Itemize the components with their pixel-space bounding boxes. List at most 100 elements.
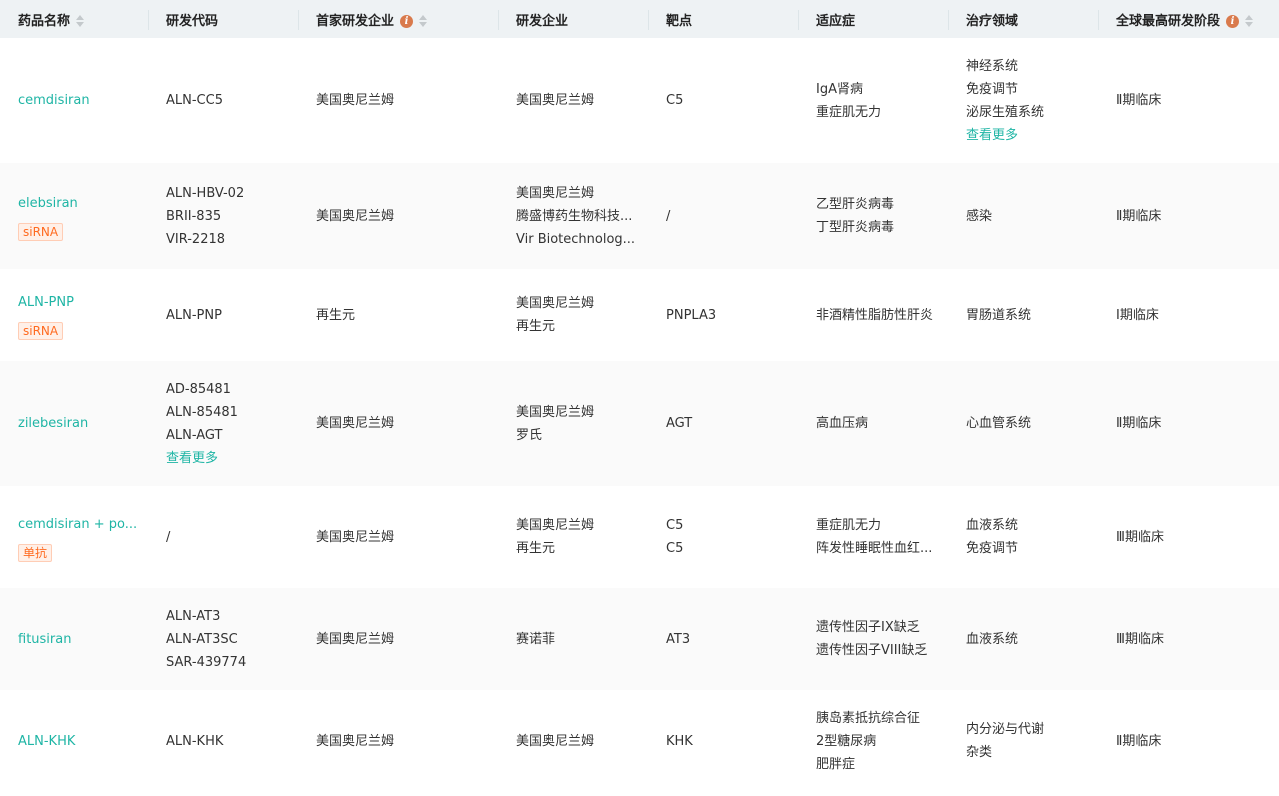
drug-name-link[interactable]: cemdisiran — [18, 89, 138, 112]
cell-indication: 高血压病 — [798, 361, 948, 486]
header-label: 治疗领域 — [966, 13, 1019, 29]
table-row: cemdisiran ALN-CC5 美国奥尼兰姆 美国奥尼兰姆 C5 IgA肾病 重症肌无… — [0, 38, 1279, 163]
cell-drug-name: ALN-KHK — [0, 690, 148, 792]
header-label: 药品名称 — [18, 13, 71, 29]
drug-name-link[interactable]: ALN-KHK — [18, 730, 138, 753]
cell-line: C5 — [666, 518, 684, 533]
table-header: 药品名称 研发代码 首家研发企业 i 研发企业 靶点 适应症 治疗领域 全球最高研… — [0, 0, 1279, 38]
cell-line: ALN-AT3SC — [166, 631, 238, 647]
cell-line: ALN-KHK — [166, 733, 224, 749]
cell-first-company: 美国奥尼兰姆 — [298, 38, 498, 163]
cell-line: 心血管系统 — [966, 416, 1032, 431]
header-label: 适应症 — [816, 13, 856, 29]
cell-stage: Ⅰ期临床 — [1098, 269, 1279, 361]
drug-name-link[interactable]: ALN-PNP — [18, 291, 138, 314]
header-stage[interactable]: 全球最高研发阶段 i — [1098, 0, 1279, 38]
cell-code: / — [148, 486, 298, 588]
view-more-link[interactable]: 查看更多 — [966, 124, 1088, 147]
cell-stage: Ⅲ期临床 — [1098, 588, 1279, 690]
header-label: 研发代码 — [166, 13, 219, 29]
cell-stage: Ⅱ期临床 — [1098, 163, 1279, 269]
cell-drug-name: fitusiran — [0, 588, 148, 690]
cell-first-company: 美国奥尼兰姆 — [298, 486, 498, 588]
cell-line: 美国奥尼兰姆 — [316, 93, 395, 108]
cell-target: AGT — [648, 361, 798, 486]
cell-target: C5 C5 — [648, 486, 798, 588]
drug-name-link[interactable]: elebsiran — [18, 192, 138, 215]
table-row: zilebesiran AD-85481 ALN-85481 ALN-AGT 查看更多 美… — [0, 361, 1279, 486]
cell-code: ALN-PNP — [148, 269, 298, 361]
cell-line: 美国奥尼兰姆 — [516, 404, 595, 420]
header-first-company[interactable]: 首家研发企业 i — [298, 0, 498, 38]
table-row: elebsiran siRNA ALN-HBV-02 BRII-835 VIR-2218… — [0, 163, 1279, 269]
drug-name-link[interactable]: zilebesiran — [18, 412, 138, 435]
cell-drug-name: ALN-PNP siRNA — [0, 269, 148, 361]
cell-line: 美国奥尼兰姆 — [516, 518, 595, 533]
cell-line: Ⅲ期临床 — [1116, 631, 1164, 647]
cell-line: 神经系统 — [966, 58, 1019, 74]
cell-line: 重症肌无力 — [816, 104, 882, 120]
cell-drug-name: cemdisiran + po... 单抗 — [0, 486, 148, 588]
cell-target: / — [648, 163, 798, 269]
cell-line: 免疫调节 — [966, 541, 1019, 556]
cell-line: 腾盛博药生物科技... — [516, 208, 633, 224]
cell-first-company: 再生元 — [298, 269, 498, 361]
table-row: ALN-PNP siRNA ALN-PNP 再生元 美国奥尼兰姆 再生元 PNPLA3 非酒精… — [0, 269, 1279, 361]
cell-line: 肥胖症 — [816, 756, 856, 772]
cell-line: 美国奥尼兰姆 — [316, 529, 395, 545]
cell-line: 美国奥尼兰姆 — [316, 208, 395, 224]
cell-area: 感染 — [948, 163, 1098, 269]
cell-first-company: 美国奥尼兰姆 — [298, 361, 498, 486]
cell-line: 血液系统 — [966, 518, 1019, 533]
drug-table: 药品名称 研发代码 首家研发企业 i 研发企业 靶点 适应症 治疗领域 全球最高研… — [0, 0, 1279, 792]
drug-name-link[interactable]: fitusiran — [18, 628, 138, 651]
cell-line: ALN-AT3 — [166, 608, 221, 624]
cell-line: 血液系统 — [966, 631, 1019, 647]
header-label: 研发企业 — [516, 13, 569, 29]
cell-line: 美国奥尼兰姆 — [516, 733, 595, 749]
cell-line: 杂类 — [966, 745, 993, 760]
cell-area: 血液系统 免疫调节 — [948, 486, 1098, 588]
info-icon[interactable]: i — [1226, 14, 1240, 28]
cell-line: ALN-AGT — [166, 427, 223, 443]
cell-target: PNPLA3 — [648, 269, 798, 361]
cell-target: AT3 — [648, 588, 798, 690]
cell-code: ALN-CC5 — [148, 38, 298, 163]
cell-line: 非酒精性脂肪性肝炎 — [816, 307, 934, 323]
drug-name-link[interactable]: cemdisiran + po... — [18, 513, 138, 536]
cell-line: AD-85481 — [166, 381, 231, 397]
cell-area: 胃肠道系统 — [948, 269, 1098, 361]
cell-line: 丁型肝炎病毒 — [816, 220, 895, 235]
sort-icon[interactable] — [419, 15, 428, 27]
info-icon[interactable]: i — [400, 14, 414, 28]
cell-line: 美国奥尼兰姆 — [316, 733, 395, 749]
cell-line: 赛诺菲 — [516, 631, 556, 647]
sort-icon[interactable] — [76, 15, 85, 27]
cell-line: 美国奥尼兰姆 — [516, 296, 595, 311]
cell-code: AD-85481 ALN-85481 ALN-AGT 查看更多 — [148, 361, 298, 486]
cell-company: 美国奥尼兰姆 再生元 — [498, 486, 648, 588]
table-row: fitusiran ALN-AT3 ALN-AT3SC SAR-439774 美国奥尼兰… — [0, 588, 1279, 690]
cell-line: / — [666, 208, 671, 224]
cell-line: 胰岛素抵抗综合征 — [816, 710, 921, 726]
cell-company: 美国奥尼兰姆 罗氏 — [498, 361, 648, 486]
cell-area: 血液系统 — [948, 588, 1098, 690]
cell-line: 免疫调节 — [966, 81, 1019, 97]
cell-line: BRII-835 — [166, 208, 222, 224]
cell-line: AT3 — [666, 631, 691, 647]
drug-type-tag: siRNA — [18, 321, 64, 340]
cell-line: Ⅱ期临床 — [1116, 208, 1162, 224]
sort-icon[interactable] — [1245, 15, 1254, 27]
view-more-link[interactable]: 查看更多 — [166, 447, 288, 470]
table-row: ALN-KHK ALN-KHK 美国奥尼兰姆 美国奥尼兰姆 KHK 胰岛素抵抗综合征 2型糖… — [0, 690, 1279, 792]
cell-line: VIR-2218 — [166, 231, 226, 247]
cell-line: Ⅲ期临床 — [1116, 529, 1164, 545]
cell-company: 赛诺菲 — [498, 588, 648, 690]
cell-code: ALN-AT3 ALN-AT3SC SAR-439774 — [148, 588, 298, 690]
cell-company: 美国奥尼兰姆 腾盛博药生物科技... Vir Biotechnolog... — [498, 163, 648, 269]
header-label: 全球最高研发阶段 — [1116, 13, 1221, 29]
cell-indication: 重症肌无力 阵发性睡眠性血红... — [798, 486, 948, 588]
cell-line: C5 — [666, 93, 684, 108]
cell-drug-name: zilebesiran — [0, 361, 148, 486]
header-drug-name[interactable]: 药品名称 — [0, 0, 148, 38]
